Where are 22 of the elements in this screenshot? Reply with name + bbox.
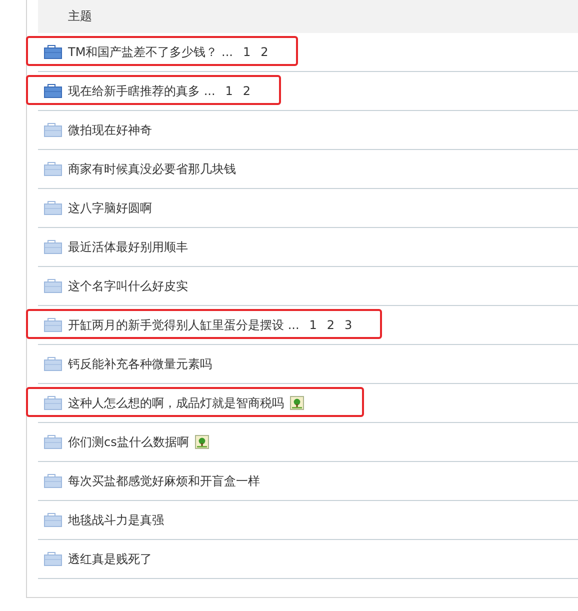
thread-link[interactable]: 开缸两月的新手觉得别人缸里蛋分是摆设 ...: [68, 316, 300, 334]
thread-link[interactable]: 钙反能补充各种微量元素吗: [68, 356, 212, 372]
thread-link[interactable]: 透红真是贱死了: [68, 550, 152, 568]
thread-link[interactable]: 每次买盐都感觉好麻烦和开盲盒一样: [68, 472, 260, 490]
page-link[interactable]: 1: [225, 84, 233, 98]
thread-link[interactable]: 现在给新手瞎推荐的真多 ...: [68, 82, 216, 100]
thread-link[interactable]: 商家有时候真没必要省那几块钱: [68, 160, 236, 178]
thread-link[interactable]: 这八字脑好圆啊: [68, 200, 152, 216]
page-link[interactable]: 2: [260, 45, 268, 59]
thread-link[interactable]: 微拍现在好神奇: [68, 122, 152, 138]
thread-link[interactable]: 最近活体最好别用顺丰: [68, 238, 188, 256]
thread-link[interactable]: 你们测cs盐什么数据啊: [68, 434, 189, 450]
thread-link[interactable]: TM和国产盐差不了多少钱？ ...: [68, 44, 233, 60]
thread-link[interactable]: 地毯战斗力是真强: [68, 512, 164, 528]
page-link[interactable]: 2: [242, 84, 251, 98]
page-link[interactable]: 1: [309, 318, 317, 332]
page-link[interactable]: 3: [344, 318, 352, 332]
thread-link[interactable]: 这种人怎么想的啊，成品灯就是智商税吗: [68, 394, 284, 412]
page-link[interactable]: 1: [242, 45, 251, 59]
page-link[interactable]: 2: [326, 318, 335, 332]
column-header: 主题: [67, 8, 93, 25]
thread-link[interactable]: 这个名字叫什么好皮实: [68, 278, 188, 294]
